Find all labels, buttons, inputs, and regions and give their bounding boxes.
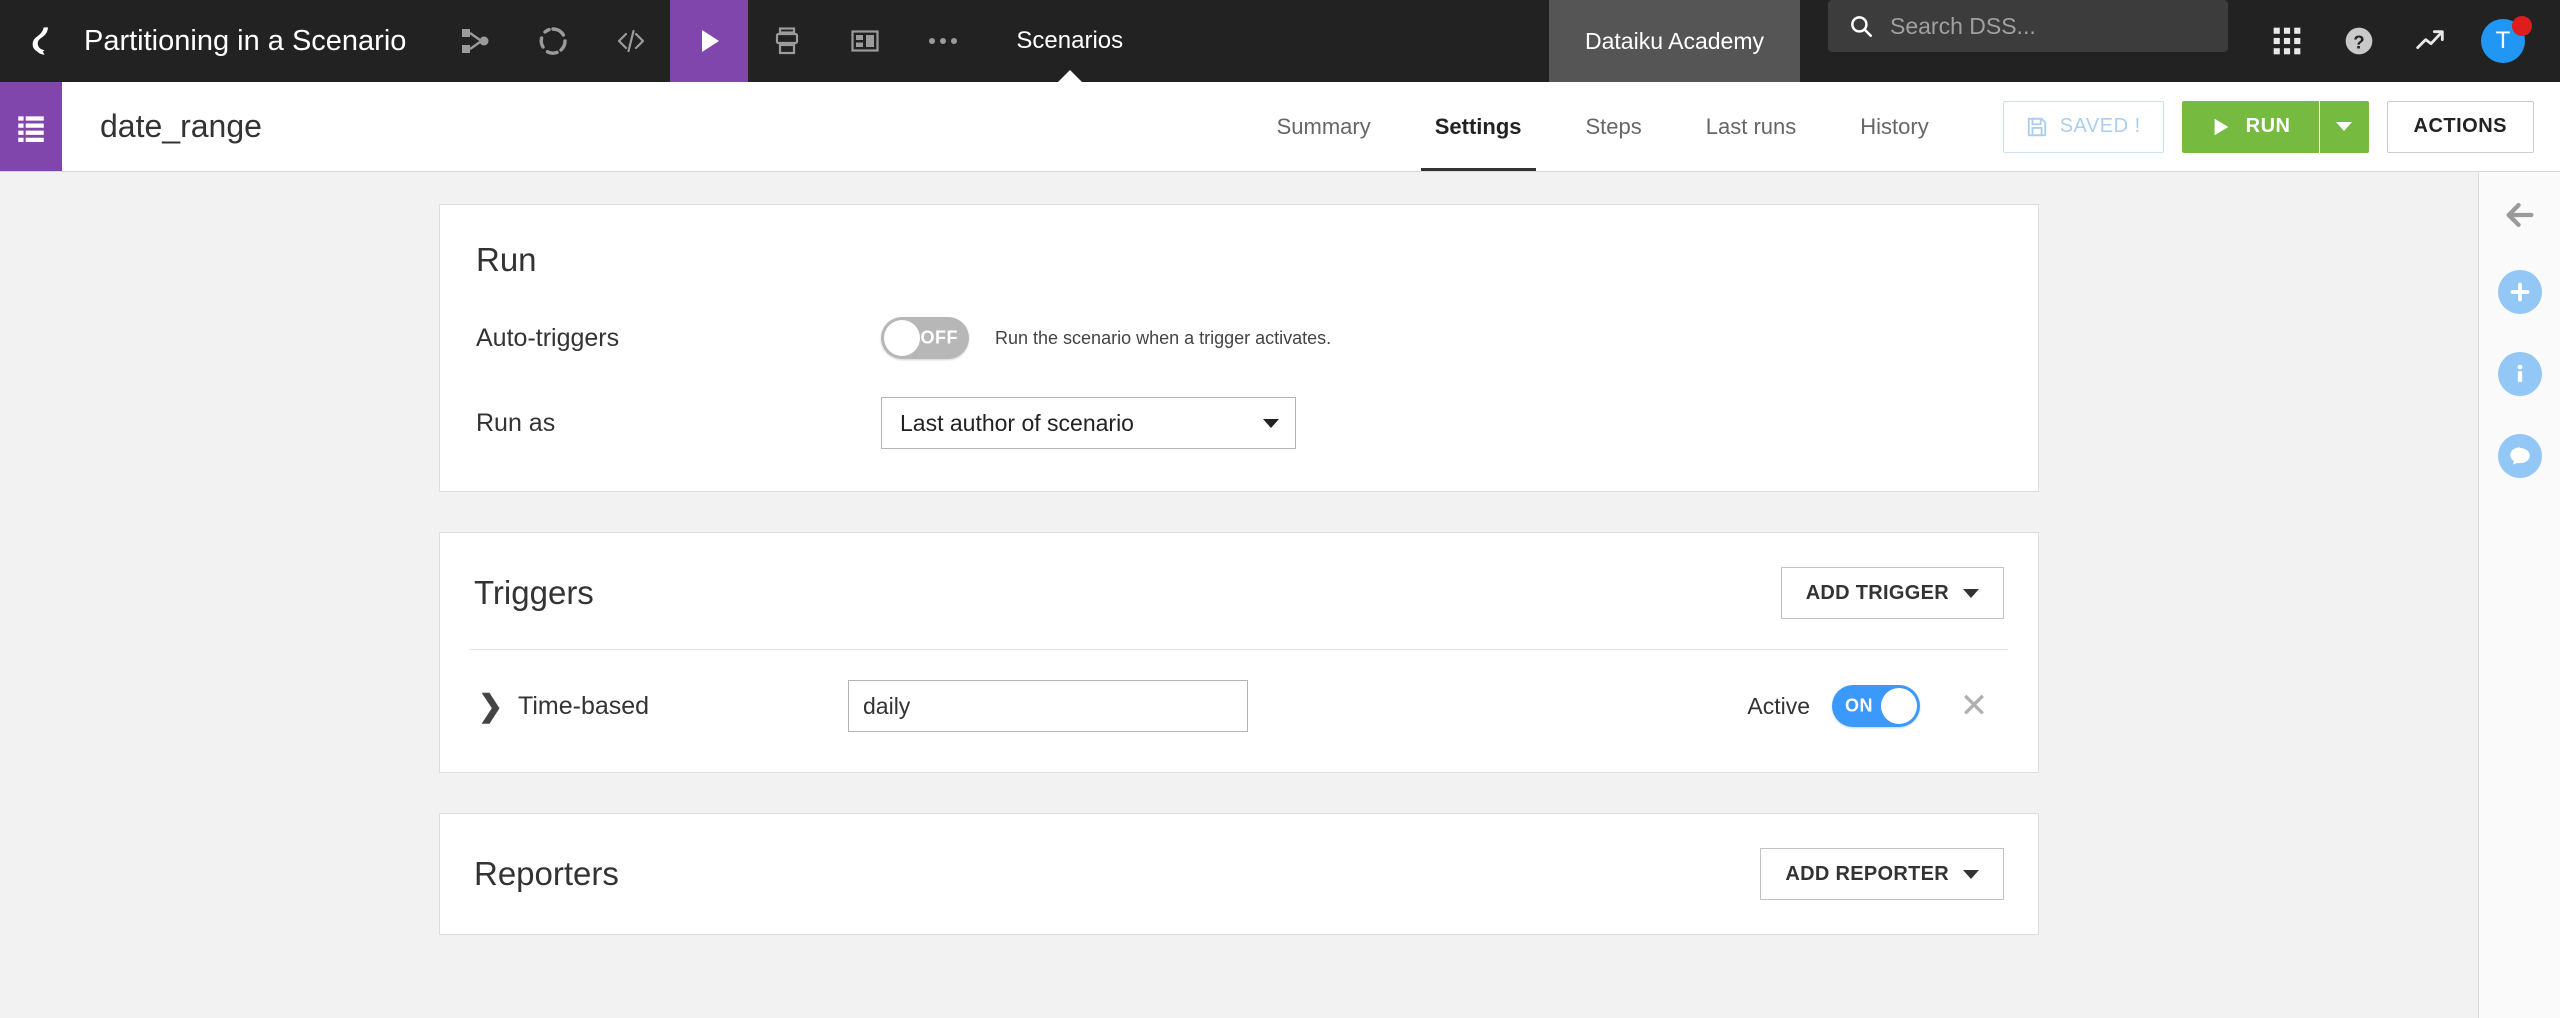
trigger-row: ❯ Time-based daily Active ON ✕ [440, 650, 2038, 772]
page-title: date_range [62, 82, 262, 171]
run-as-row: Run as Last author of scenario [476, 397, 2002, 449]
top-navigation-bar: Partitioning in a Scenario [0, 0, 2560, 82]
search-input[interactable]: Search DSS... [1828, 0, 2228, 52]
run-as-selected-value: Last author of scenario [900, 410, 1134, 437]
run-section-card: Run Auto-triggers OFF Run the scenario w… [439, 204, 2039, 492]
tab-summary[interactable]: Summary [1245, 82, 1403, 171]
dataiku-bird-logo[interactable] [0, 0, 84, 82]
add-plus-icon[interactable] [2498, 270, 2542, 314]
tab-history[interactable]: History [1828, 82, 1960, 171]
header-action-buttons: SAVED ! RUN ACTIONS [1961, 82, 2560, 171]
help-question-icon[interactable]: ? [2328, 10, 2390, 72]
triggers-section-title: Triggers [474, 574, 594, 612]
section-active-caret-icon [1058, 70, 1082, 82]
chevron-down-icon [1963, 870, 1979, 879]
tab-steps[interactable]: Steps [1554, 82, 1674, 171]
trigger-active-toggle[interactable]: ON [1832, 685, 1920, 727]
topbar-right-icon-group: ? T [2256, 0, 2560, 82]
auto-triggers-toggle[interactable]: OFF [881, 317, 969, 359]
scenario-list-icon[interactable] [0, 82, 62, 171]
trigger-name-input[interactable]: daily [848, 680, 1248, 732]
add-trigger-button[interactable]: ADD TRIGGER [1781, 567, 2004, 619]
search-icon [1848, 13, 1874, 39]
tab-last-runs[interactable]: Last runs [1674, 82, 1829, 171]
more-dots-icon[interactable] [904, 0, 982, 82]
subheader-spacer [262, 82, 1245, 171]
section-title-scenarios[interactable]: Scenarios [982, 0, 1157, 82]
notification-badge [2512, 16, 2532, 36]
toggle-knob [884, 320, 920, 356]
code-icon[interactable] [592, 0, 670, 82]
run-section-title: Run [476, 241, 2002, 279]
run-button-group: RUN [2182, 101, 2369, 153]
reporters-section-card: Reporters ADD REPORTER [439, 813, 2039, 935]
object-header: date_range Summary Settings Steps Last r… [0, 82, 2560, 172]
auto-triggers-toggle-state: OFF [921, 328, 959, 349]
tab-settings[interactable]: Settings [1403, 82, 1554, 171]
project-title[interactable]: Partitioning in a Scenario [84, 0, 436, 82]
jobs-printer-icon[interactable] [748, 0, 826, 82]
run-as-label: Run as [476, 409, 881, 438]
chevron-down-icon [1963, 589, 1979, 598]
flow-icon[interactable] [436, 0, 514, 82]
add-trigger-label: ADD TRIGGER [1806, 582, 1949, 605]
main-content-area: Run Auto-triggers OFF Run the scenario w… [0, 172, 2478, 1018]
apps-grid-icon[interactable] [2256, 10, 2318, 72]
chevron-down-icon [1263, 419, 1279, 428]
auto-triggers-label: Auto-triggers [476, 324, 881, 353]
run-as-select[interactable]: Last author of scenario [881, 397, 1296, 449]
toggle-knob [1881, 688, 1917, 724]
run-dropdown-button[interactable] [2319, 101, 2369, 153]
settings-content: Run Auto-triggers OFF Run the scenario w… [439, 204, 2039, 935]
dashboards-icon[interactable] [826, 0, 904, 82]
trigger-active-toggle-state: ON [1845, 696, 1873, 717]
save-button[interactable]: SAVED ! [2003, 101, 2164, 153]
top-nav-icon-group [436, 0, 982, 82]
trending-up-icon[interactable] [2400, 10, 2462, 72]
info-icon[interactable] [2498, 352, 2542, 396]
floppy-disk-icon [2026, 116, 2048, 138]
remove-trigger-close-icon[interactable]: ✕ [1948, 689, 2000, 723]
add-reporter-label: ADD REPORTER [1785, 863, 1949, 886]
user-avatar[interactable]: T [2472, 10, 2534, 72]
section-title-label: Scenarios [1016, 27, 1123, 55]
trigger-type-label: Time-based [518, 692, 848, 721]
svg-text:?: ? [2353, 31, 2364, 52]
run-button[interactable]: RUN [2182, 101, 2319, 153]
auto-triggers-row: Auto-triggers OFF Run the scenario when … [476, 317, 2002, 359]
add-reporter-button[interactable]: ADD REPORTER [1760, 848, 2004, 900]
scenarios-play-icon[interactable] [670, 0, 748, 82]
discussions-chat-icon[interactable] [2498, 434, 2542, 478]
play-icon [2210, 116, 2232, 138]
lab-icon[interactable] [514, 0, 592, 82]
search-placeholder-text: Search DSS... [1890, 13, 2036, 40]
expand-trigger-chevron-icon[interactable]: ❯ [478, 689, 518, 724]
save-button-label: SAVED ! [2060, 115, 2141, 138]
actions-button[interactable]: ACTIONS [2387, 101, 2535, 153]
collapse-arrow-icon[interactable] [2503, 198, 2537, 232]
chevron-down-icon [2336, 122, 2352, 131]
academy-link[interactable]: Dataiku Academy [1549, 0, 1800, 82]
topbar-spacer [1157, 0, 1549, 82]
run-button-label: RUN [2246, 115, 2291, 138]
reporters-section-title: Reporters [474, 855, 619, 893]
object-tabs: Summary Settings Steps Last runs History [1245, 82, 1961, 171]
body-wrapper: Run Auto-triggers OFF Run the scenario w… [0, 172, 2560, 1018]
auto-triggers-hint: Run the scenario when a trigger activate… [995, 328, 1331, 349]
right-sidebar [2478, 172, 2560, 1018]
triggers-section-card: Triggers ADD TRIGGER ❯ Time-based daily … [439, 532, 2039, 773]
trigger-active-label: Active [1747, 693, 1810, 720]
